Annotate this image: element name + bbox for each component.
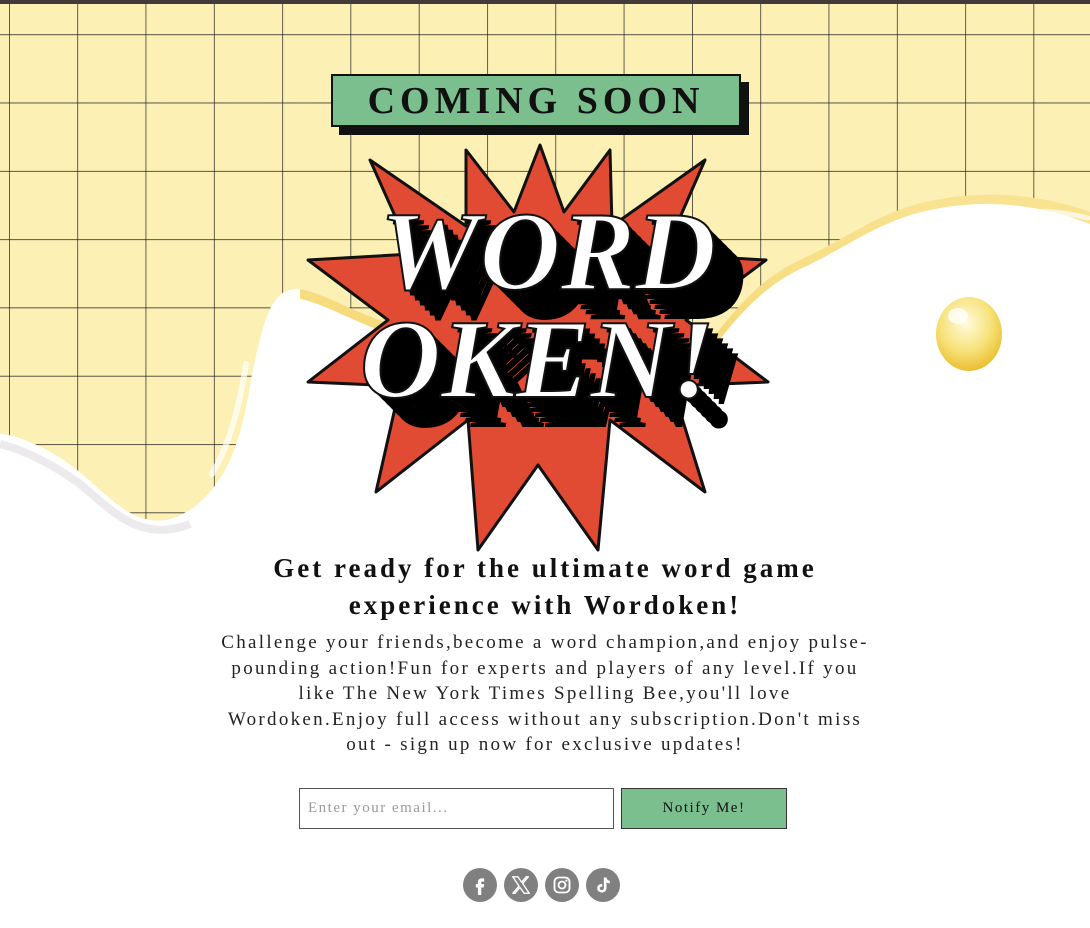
instagram-icon[interactable] — [545, 868, 579, 902]
description: Challenge your friends,become a word cha… — [221, 632, 869, 755]
notify-me-button[interactable]: Notify Me! — [621, 788, 787, 829]
x-icon[interactable] — [504, 868, 538, 902]
coming-soon-label: COMING SOON — [367, 79, 705, 122]
email-input[interactable] — [299, 788, 614, 829]
social-links — [463, 868, 620, 902]
facebook-icon[interactable] — [463, 868, 497, 902]
logo-oken: OKEN! — [359, 298, 716, 422]
tiktok-icon[interactable] — [586, 868, 620, 902]
logo-word: WORD — [379, 190, 717, 314]
headline: Get ready for the ultimate word game exp… — [273, 553, 817, 620]
coming-soon-badge: COMING SOON — [331, 74, 741, 127]
